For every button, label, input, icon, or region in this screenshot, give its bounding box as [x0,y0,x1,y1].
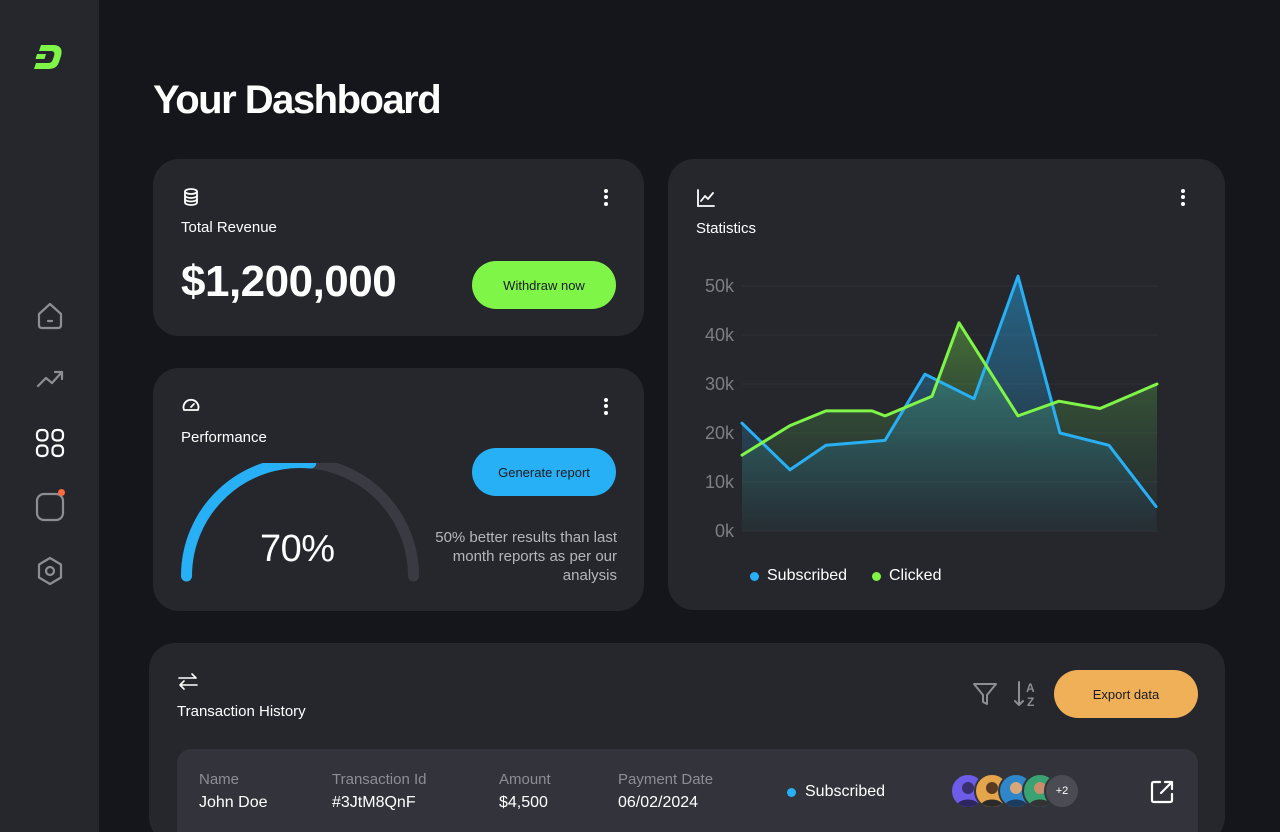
amount-cell: Amount $4,500 [499,771,551,812]
trending-icon [36,370,64,388]
status-dot [787,787,796,797]
transaction-id-column-label: Transaction Id [332,771,427,788]
transaction-history-card: Transaction History A Z Export data Name… [149,643,1225,832]
performance-menu-button[interactable] [598,396,614,416]
amount-value: $4,500 [499,794,548,811]
svg-text:Z: Z [1027,695,1034,709]
area-subscribed [742,276,1156,531]
more-avatars-badge: +2 [1044,773,1080,809]
statistics-card: Statistics 0k 10k 20k 30k 40k 50k Subscribed … [668,159,1225,610]
home-icon [37,302,63,330]
sidebar-item-settings[interactable] [30,551,70,591]
y-tick-label: 20k [705,423,735,443]
performance-note: 50% better results than last month repor… [435,529,617,584]
filter-icon[interactable] [972,681,998,707]
name-column-label: Name [199,771,240,788]
performance-title: Performance [181,429,267,446]
revenue-title: Total Revenue [181,219,277,236]
payment-date-value: 06/02/2024 [618,794,699,811]
generate-report-button[interactable]: Generate report [472,448,616,496]
statistics-chart: 0k 10k 20k 30k 40k 50k [705,274,1159,541]
transaction-id-cell: Transaction Id #3JtM8QnF [332,771,427,812]
name-cell: Name John Doe [199,771,268,812]
legend-label-clicked: Clicked [889,567,942,584]
notification-dot [58,489,65,496]
page-title: Your Dashboard [153,78,442,122]
payment-date-column-label: Payment Date [618,771,714,788]
dash-logo[interactable] [33,44,63,70]
sidebar-item-dashboard[interactable] [30,423,70,463]
y-tick-label: 50k [705,276,735,296]
external-link-icon[interactable] [1148,778,1176,806]
y-tick-label: 10k [705,472,735,492]
status-label: Subscribed [805,783,886,800]
sort-az-icon[interactable]: A Z [1013,679,1041,709]
y-tick-label: 0k [715,521,735,541]
performance-card: Performance 70% Generate report 50% bett… [153,368,644,611]
legend-dot-subscribed [750,571,759,581]
sidebar-item-analytics[interactable] [30,358,70,398]
svg-text:A: A [1026,681,1035,695]
revenue-value: $1,200,000 [181,257,397,306]
transaction-id-value: #3JtM8QnF [332,794,416,811]
y-tick-label: 40k [705,325,735,345]
revenue-card: Total Revenue $1,200,000 Withdraw now [153,159,644,336]
name-value: John Doe [199,794,268,811]
avatar-group[interactable]: +2 [950,773,1090,809]
transaction-history-title: Transaction History [177,703,306,720]
y-tick-label: 30k [705,374,735,394]
revenue-menu-button[interactable] [598,187,614,207]
legend-dot-clicked [872,571,881,581]
legend-item-subscribed: Subscribed [750,567,847,585]
amount-column-label: Amount [499,771,551,788]
legend-label-subscribed: Subscribed [767,567,848,584]
withdraw-button[interactable]: Withdraw now [472,261,616,309]
grid-icon [35,428,65,458]
settings-hexagon-icon [37,556,63,586]
transfer-arrows-icon [178,673,198,690]
database-icon [184,188,198,206]
table-row[interactable]: Name John Doe Transaction Id #3JtM8QnF A… [177,749,1198,832]
gauge-icon [182,398,200,411]
legend-item-clicked: Clicked [872,567,941,585]
export-data-button[interactable]: Export data [1054,670,1198,718]
sidebar [0,0,99,832]
status-badge: Subscribed [787,783,885,801]
performance-percent: 70% [260,528,335,570]
payment-date-cell: Payment Date 06/02/2024 [618,771,713,812]
sidebar-item-messages[interactable] [30,487,70,527]
sidebar-item-home[interactable] [30,296,70,336]
